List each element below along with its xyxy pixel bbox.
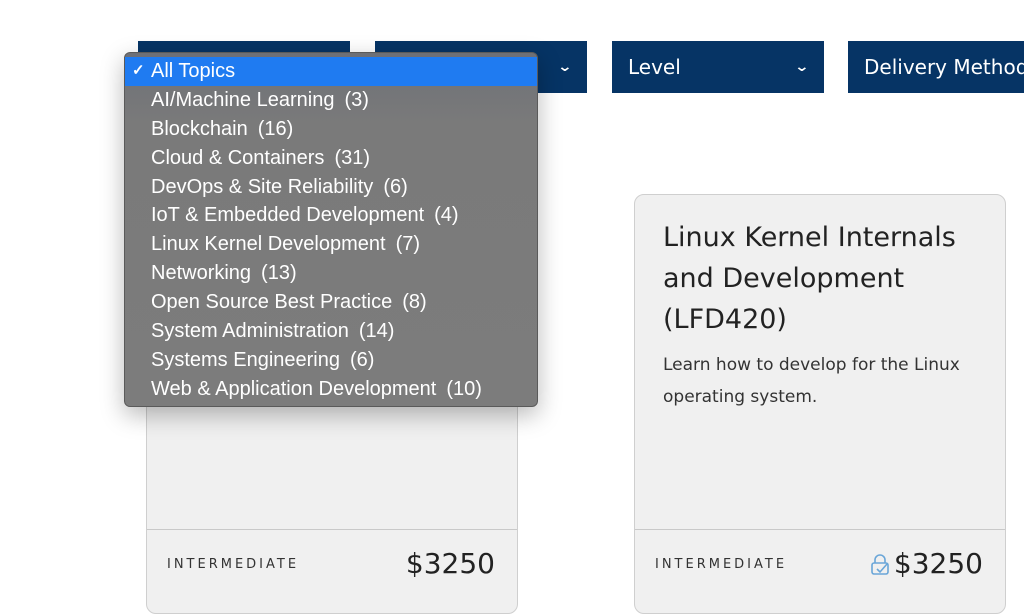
dropdown-option[interactable]: Open Source Best Practice (8) bbox=[125, 288, 537, 317]
dropdown-option[interactable]: ✓ All Topics bbox=[125, 57, 537, 86]
chevron-down-icon: ⌄ bbox=[794, 59, 810, 75]
course-title[interactable]: Linux Kernel Internals and Development (… bbox=[663, 217, 983, 340]
topic-dropdown-menu[interactable]: ✓ All Topics AI/Machine Learning (3) Blockch… bbox=[124, 52, 538, 407]
option-count: (13) bbox=[261, 262, 297, 285]
option-count: (10) bbox=[446, 377, 482, 400]
option-label: IoT & Embedded Development bbox=[151, 204, 425, 227]
level-filter-label: Level bbox=[628, 55, 681, 79]
dropdown-option[interactable]: System Administration (14) bbox=[125, 317, 537, 346]
option-count: (4) bbox=[434, 204, 459, 227]
option-label: DevOps & Site Reliability bbox=[151, 175, 374, 198]
delivery-method-filter-select[interactable]: Delivery Method bbox=[848, 41, 1024, 93]
option-label: System Administration bbox=[151, 320, 349, 343]
dropdown-option[interactable]: Web & Application Development (10) bbox=[125, 375, 537, 404]
option-count: (14) bbox=[358, 320, 395, 343]
option-count: (6) bbox=[349, 348, 375, 371]
course-description: Learn how to develop for the Linux opera… bbox=[663, 355, 960, 407]
option-count: (3) bbox=[344, 88, 369, 111]
dropdown-option[interactable]: IoT & Embedded Development (4) bbox=[125, 201, 537, 230]
option-label: Networking bbox=[151, 262, 252, 285]
dropdown-option[interactable]: Systems Engineering (6) bbox=[125, 346, 537, 375]
option-count: (7) bbox=[395, 233, 421, 256]
level-filter-select[interactable]: Level ⌄ bbox=[612, 41, 824, 93]
card-divider bbox=[147, 529, 517, 530]
course-level: INTERMEDIATE bbox=[167, 557, 300, 572]
option-count: (31) bbox=[334, 146, 371, 169]
option-label: Cloud & Containers bbox=[151, 146, 325, 169]
option-label: Linux Kernel Development bbox=[151, 233, 386, 256]
dropdown-option[interactable]: AI/Machine Learning (3) bbox=[125, 86, 537, 115]
course-price: $3250 bbox=[893, 547, 983, 580]
option-count: (8) bbox=[402, 291, 427, 314]
option-label: AI/Machine Learning bbox=[151, 88, 335, 111]
course-price: $3250 bbox=[405, 547, 495, 580]
chevron-down-icon: ⌄ bbox=[557, 59, 573, 75]
course-level: INTERMEDIATE bbox=[655, 557, 788, 572]
dropdown-option[interactable]: Blockchain (16) bbox=[125, 115, 537, 144]
dropdown-option[interactable]: Networking (13) bbox=[125, 259, 537, 288]
option-label: Blockchain bbox=[151, 117, 248, 140]
dropdown-option[interactable]: DevOps & Site Reliability (6) bbox=[125, 173, 537, 202]
dropdown-option[interactable]: Cloud & Containers (31) bbox=[125, 144, 537, 173]
option-label: Open Source Best Practice bbox=[151, 291, 393, 314]
option-label: All Topics bbox=[151, 60, 236, 82]
option-count: (6) bbox=[383, 175, 408, 198]
option-label: Systems Engineering bbox=[151, 348, 340, 371]
checkmark-icon: ✓ bbox=[132, 62, 145, 79]
course-card[interactable]: Linux Kernel Internals and Development (… bbox=[634, 194, 1006, 614]
delivery-method-filter-label: Delivery Method bbox=[864, 55, 1024, 79]
option-label: Web & Application Development bbox=[151, 377, 437, 400]
card-divider bbox=[635, 529, 1005, 530]
option-count: (16) bbox=[257, 117, 294, 140]
dropdown-option[interactable]: Linux Kernel Development (7) bbox=[125, 230, 537, 259]
